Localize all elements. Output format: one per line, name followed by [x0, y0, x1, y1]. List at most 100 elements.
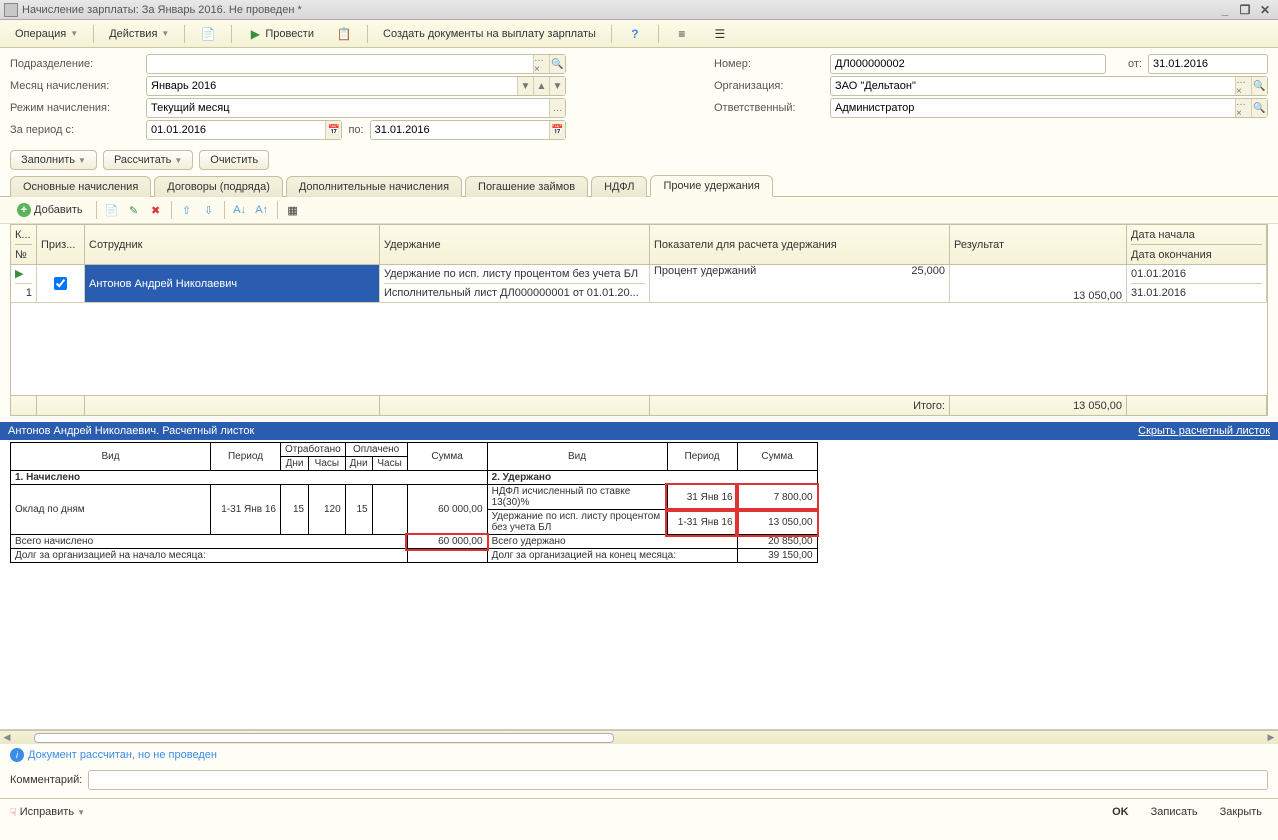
hand-icon: ☟ — [10, 806, 17, 819]
month-dropdown-button[interactable]: ▼ — [517, 77, 533, 95]
clear-button[interactable]: Очистить — [199, 150, 269, 170]
resp-input[interactable] — [831, 102, 1235, 114]
grid-body[interactable]: ▶ 1 Антонов Андрей Николаевич Удержание … — [11, 265, 1267, 395]
row-date-end: 31.01.2016 — [1131, 284, 1262, 302]
plus-icon: + — [17, 203, 31, 217]
list-icon-2: ☰ — [712, 26, 728, 42]
number-label: Номер: — [714, 58, 824, 70]
hide-payslip-link[interactable]: Скрыть расчетный листок — [1138, 425, 1270, 437]
accrued-title: 1. Начислено — [11, 471, 488, 485]
delete-row-button[interactable]: ✖ — [147, 201, 165, 219]
help-button[interactable]: ? — [618, 23, 652, 45]
deductions-grid: К... № Приз... Сотрудник Удержание Показ… — [10, 224, 1268, 416]
toolbar-icon-4[interactable]: ☰ — [703, 23, 737, 45]
org-input[interactable] — [831, 80, 1235, 92]
tab-main-accruals[interactable]: Основные начисления — [10, 176, 151, 197]
maximize-button[interactable]: ❐ — [1236, 3, 1254, 17]
add-row-button[interactable]: + Добавить — [10, 200, 90, 220]
create-payment-docs-button[interactable]: Создать документы на выплату зарплаты — [374, 25, 605, 43]
col-result[interactable]: Результат — [950, 225, 1127, 264]
col-no[interactable]: № — [15, 244, 32, 264]
status-bar: i Документ рассчитан, но не проведен — [0, 744, 1278, 766]
org-label: Организация: — [714, 80, 824, 92]
period-to-input[interactable] — [371, 124, 549, 136]
col-date-end[interactable]: Дата окончания — [1131, 244, 1262, 264]
row-number: 1 — [15, 284, 32, 302]
tab-contracts[interactable]: Договоры (подряда) — [154, 176, 283, 197]
fix-button[interactable]: ☟ Исправить ▼ — [10, 806, 1106, 819]
resp-clear-button[interactable]: …× — [1235, 99, 1251, 117]
row-deduction-top: Удержание по исп. листу процентом без уч… — [384, 265, 645, 284]
edit-row-button[interactable]: ✎ — [125, 201, 143, 219]
month-up-button[interactable]: ▲ — [533, 77, 549, 95]
close-button[interactable]: Закрыть — [1214, 803, 1268, 821]
payslip-hscroll[interactable]: ◀▶ — [0, 730, 1278, 744]
row-indicator-value: 25,000 — [911, 265, 945, 302]
footer-total: 13 050,00 — [950, 396, 1127, 415]
number-input[interactable] — [831, 58, 1105, 70]
row-deduction-bottom: Исполнительный лист ДЛ000000001 от 01.01… — [384, 284, 645, 302]
toolbar-icon-2[interactable]: 📋 — [327, 23, 361, 45]
col-deduction[interactable]: Удержание — [380, 225, 650, 264]
footer-total-label: Итого: — [650, 396, 950, 415]
row-result: 13 050,00 — [950, 265, 1127, 303]
col-employee[interactable]: Сотрудник — [85, 225, 380, 264]
date-label: от: — [1112, 58, 1142, 70]
ok-button[interactable]: OK — [1106, 803, 1135, 821]
month-down-button[interactable]: ▼ — [549, 77, 565, 95]
subdivision-input[interactable] — [147, 58, 533, 70]
period-to-picker-button[interactable]: 📅 — [549, 121, 565, 139]
org-clear-button[interactable]: …× — [1235, 77, 1251, 95]
toolbar-icon-1[interactable]: 📄 — [191, 23, 225, 45]
fill-button[interactable]: Заполнить▼ — [10, 150, 97, 170]
resp-lookup-button[interactable]: 🔍 — [1251, 99, 1267, 117]
row-check-cell[interactable] — [37, 265, 85, 303]
window-title: Начисление зарплаты: За Январь 2016. Не … — [22, 4, 1216, 16]
period-from-input[interactable] — [147, 124, 325, 136]
toolbar-icon-3[interactable]: ≡ — [665, 23, 699, 45]
comment-input[interactable] — [88, 770, 1268, 790]
move-down-button[interactable]: ⇩ — [200, 201, 218, 219]
operation-menu[interactable]: Операция▼ — [6, 25, 87, 43]
org-lookup-button[interactable]: 🔍 — [1251, 77, 1267, 95]
comment-label: Комментарий: — [10, 774, 82, 786]
subdivision-clear-button[interactable]: …× — [533, 55, 549, 73]
payslip-table: Вид Период Отработано Оплачено Сумма Вид… — [10, 442, 818, 563]
bottom-bar: ☟ Исправить ▼ OK Записать Закрыть — [0, 799, 1278, 825]
col-k[interactable]: К... — [15, 225, 32, 244]
period-from-picker-button[interactable]: 📅 — [325, 121, 341, 139]
actions-menu[interactable]: Действия▼ — [100, 25, 178, 43]
subdivision-label: Подразделение: — [10, 58, 140, 70]
tab-loan-repayment[interactable]: Погашение займов — [465, 176, 588, 197]
resp-label: Ответственный: — [714, 102, 824, 114]
row-employee[interactable]: Антонов Андрей Николаевич — [85, 265, 380, 303]
date-input[interactable] — [1149, 58, 1278, 70]
grid-row[interactable]: ▶ 1 Антонов Андрей Николаевич Удержание … — [11, 265, 1267, 303]
period-to-label: по: — [348, 124, 363, 136]
close-window-button[interactable]: ✕ — [1256, 3, 1274, 17]
col-sign[interactable]: Приз... — [37, 225, 85, 264]
save-button[interactable]: Записать — [1145, 803, 1204, 821]
sort-asc-button[interactable]: A↓ — [231, 201, 249, 219]
move-up-button[interactable]: ⇧ — [178, 201, 196, 219]
payslip-title: Антонов Андрей Николаевич. Расчетный лис… — [8, 425, 254, 437]
tabs: Основные начисления Договоры (подряда) Д… — [0, 174, 1278, 197]
calc-button[interactable]: Рассчитать▼ — [103, 150, 193, 170]
month-label: Месяц начисления: — [10, 80, 140, 92]
mode-label: Режим начисления: — [10, 102, 140, 114]
col-date-start[interactable]: Дата начала — [1131, 225, 1262, 244]
col-indicators[interactable]: Показатели для расчета удержания — [650, 225, 950, 264]
row-checkbox[interactable] — [41, 277, 80, 290]
grid-settings-button[interactable]: ▦ — [284, 201, 302, 219]
minimize-button[interactable]: _ — [1216, 3, 1234, 17]
tab-additional-accruals[interactable]: Дополнительные начисления — [286, 176, 462, 197]
mode-input[interactable] — [147, 102, 549, 114]
copy-row-button[interactable]: 📄 — [103, 201, 121, 219]
mode-more-button[interactable]: … — [549, 99, 565, 117]
tab-ndfl[interactable]: НДФЛ — [591, 176, 647, 197]
post-button[interactable]: ▶Провести — [238, 23, 323, 45]
tab-other-deductions[interactable]: Прочие удержания — [650, 175, 772, 197]
month-input[interactable] — [147, 80, 517, 92]
sort-desc-button[interactable]: A↑ — [253, 201, 271, 219]
subdivision-lookup-button[interactable]: 🔍 — [549, 55, 565, 73]
